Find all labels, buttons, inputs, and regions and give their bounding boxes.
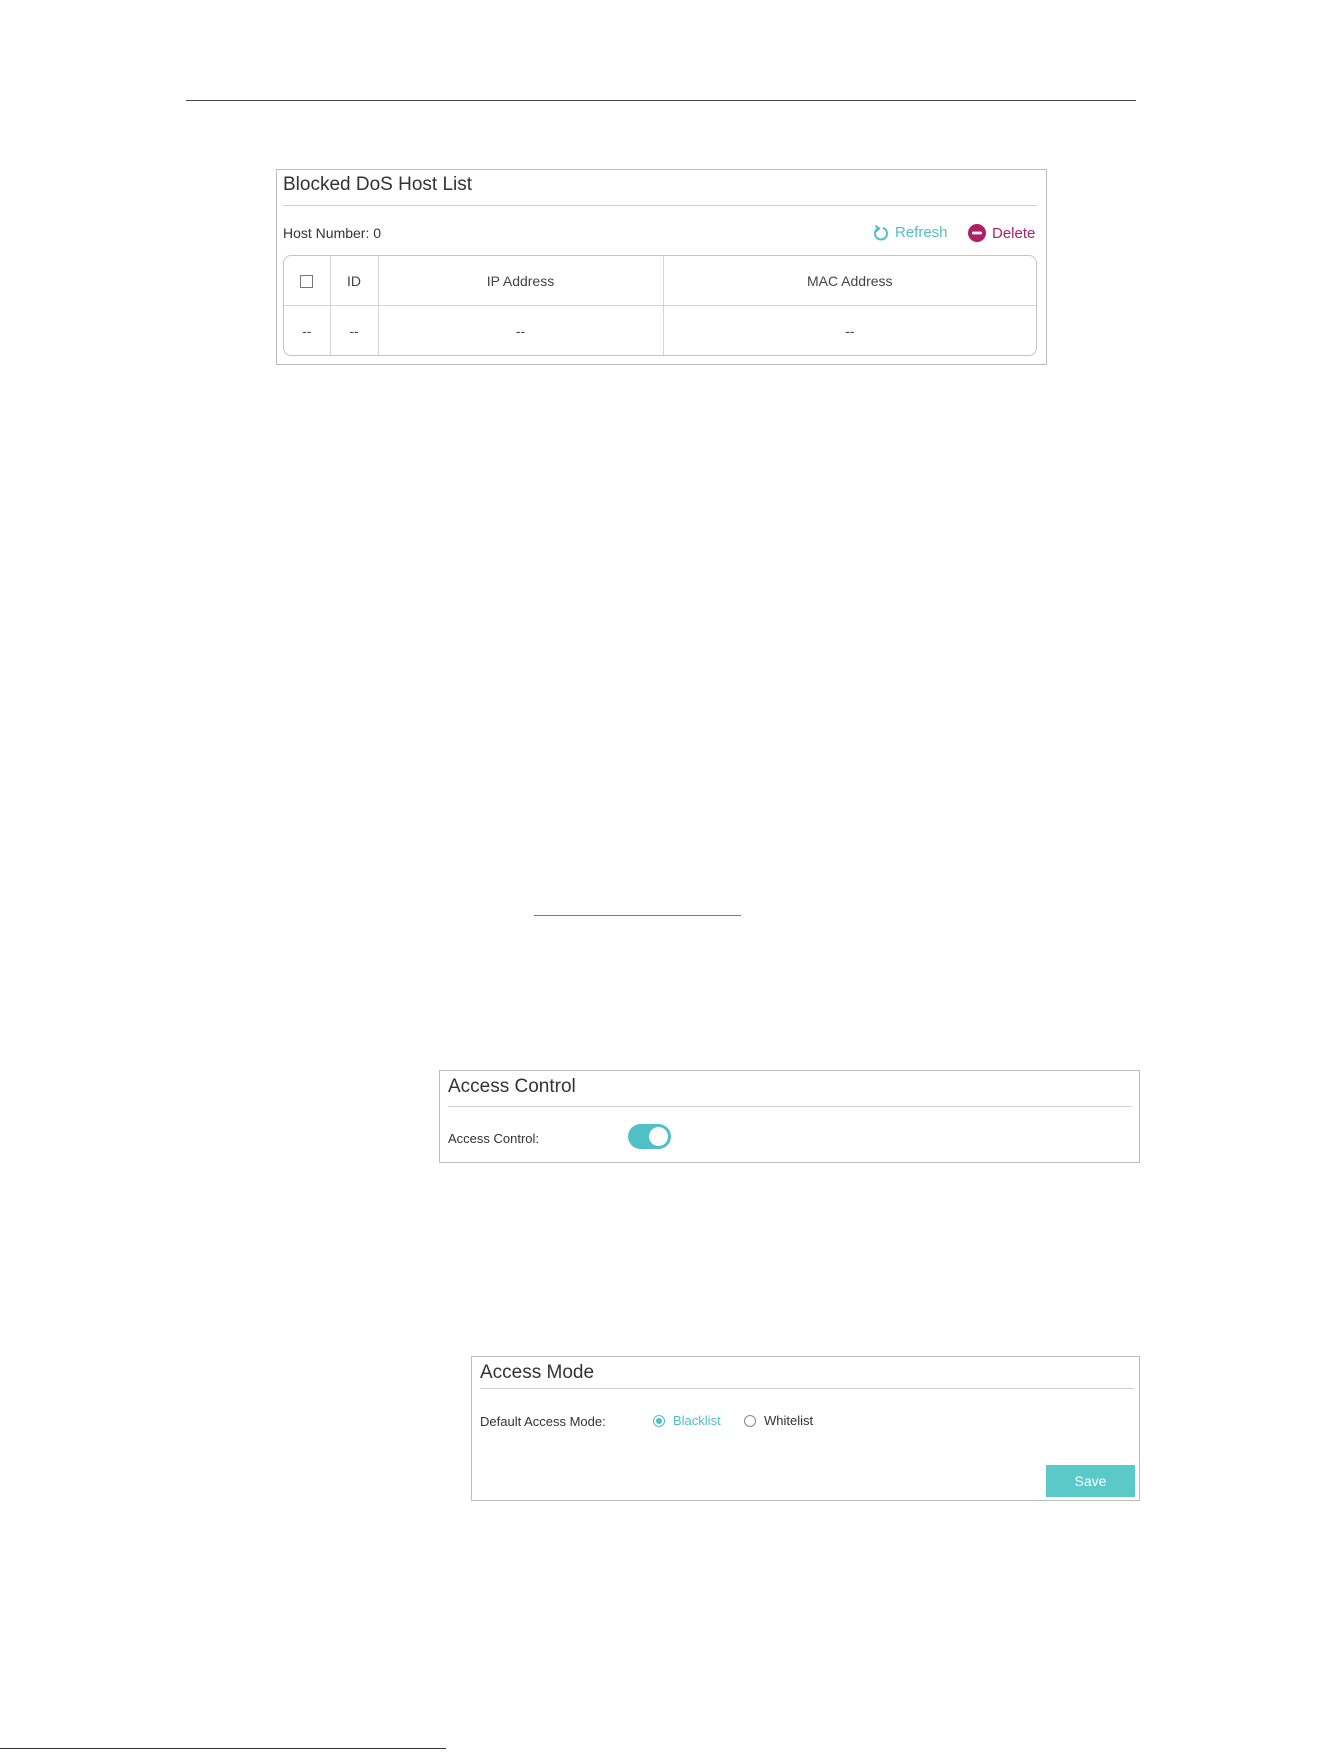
panel-divider bbox=[448, 1106, 1132, 1107]
blacklist-radio-option[interactable]: Blacklist bbox=[653, 1413, 721, 1428]
save-button[interactable]: Save bbox=[1046, 1465, 1135, 1497]
default-access-mode-label: Default Access Mode: bbox=[480, 1414, 606, 1429]
blocked-hosts-table: ID IP Address MAC Address -- -- -- -- bbox=[283, 255, 1037, 356]
blacklist-label: Blacklist bbox=[673, 1413, 721, 1428]
blacklist-radio[interactable] bbox=[653, 1414, 665, 1427]
page-header-rule bbox=[186, 100, 1136, 101]
panel-title: Access Mode bbox=[480, 1362, 595, 1383]
access-control-toggle[interactable] bbox=[628, 1124, 671, 1149]
whitelist-radio-option[interactable]: Whitelist bbox=[744, 1413, 813, 1428]
access-mode-panel: Access Mode Default Access Mode: Blackli… bbox=[471, 1356, 1140, 1501]
table-row: -- -- -- -- bbox=[284, 305, 1036, 355]
refresh-label: Refresh bbox=[895, 224, 948, 241]
delete-label: Delete bbox=[992, 224, 1036, 242]
table-cell-mac-address: -- bbox=[845, 322, 855, 339]
column-header-mac-address: MAC Address bbox=[663, 256, 1036, 306]
whitelist-radio[interactable] bbox=[744, 1414, 756, 1427]
toggle-knob bbox=[649, 1127, 668, 1146]
select-all-checkbox[interactable] bbox=[300, 275, 314, 289]
access-control-panel: Access Control Access Control: bbox=[439, 1070, 1140, 1163]
panel-divider bbox=[283, 205, 1037, 206]
blocked-dos-host-list-panel: Blocked DoS Host List Host Number: 0 Ref… bbox=[276, 169, 1047, 365]
table-cell-id: -- bbox=[330, 305, 379, 355]
panel-title: Access Control bbox=[448, 1076, 576, 1097]
select-all-header bbox=[284, 256, 331, 306]
delete-button[interactable]: Delete bbox=[968, 224, 1035, 242]
table-cell-ip-address: -- bbox=[378, 305, 664, 355]
footnote-rule bbox=[0, 1748, 446, 1749]
table-cell-select: -- bbox=[284, 305, 331, 355]
column-header-ip-address: IP Address bbox=[378, 256, 664, 306]
refresh-button[interactable]: Refresh bbox=[873, 224, 948, 241]
whitelist-label: Whitelist bbox=[764, 1413, 814, 1428]
panel-title: Blocked DoS Host List bbox=[283, 174, 473, 195]
column-header-id: ID bbox=[330, 256, 379, 306]
host-number-label: Host Number: 0 bbox=[283, 225, 382, 241]
refresh-icon bbox=[874, 224, 888, 240]
table-header-row: ID IP Address MAC Address bbox=[284, 256, 1036, 306]
hyperlink-underline[interactable] bbox=[534, 915, 741, 916]
minus-circle-icon bbox=[968, 224, 986, 242]
access-control-label: Access Control: bbox=[448, 1131, 540, 1146]
panel-divider bbox=[480, 1388, 1134, 1389]
